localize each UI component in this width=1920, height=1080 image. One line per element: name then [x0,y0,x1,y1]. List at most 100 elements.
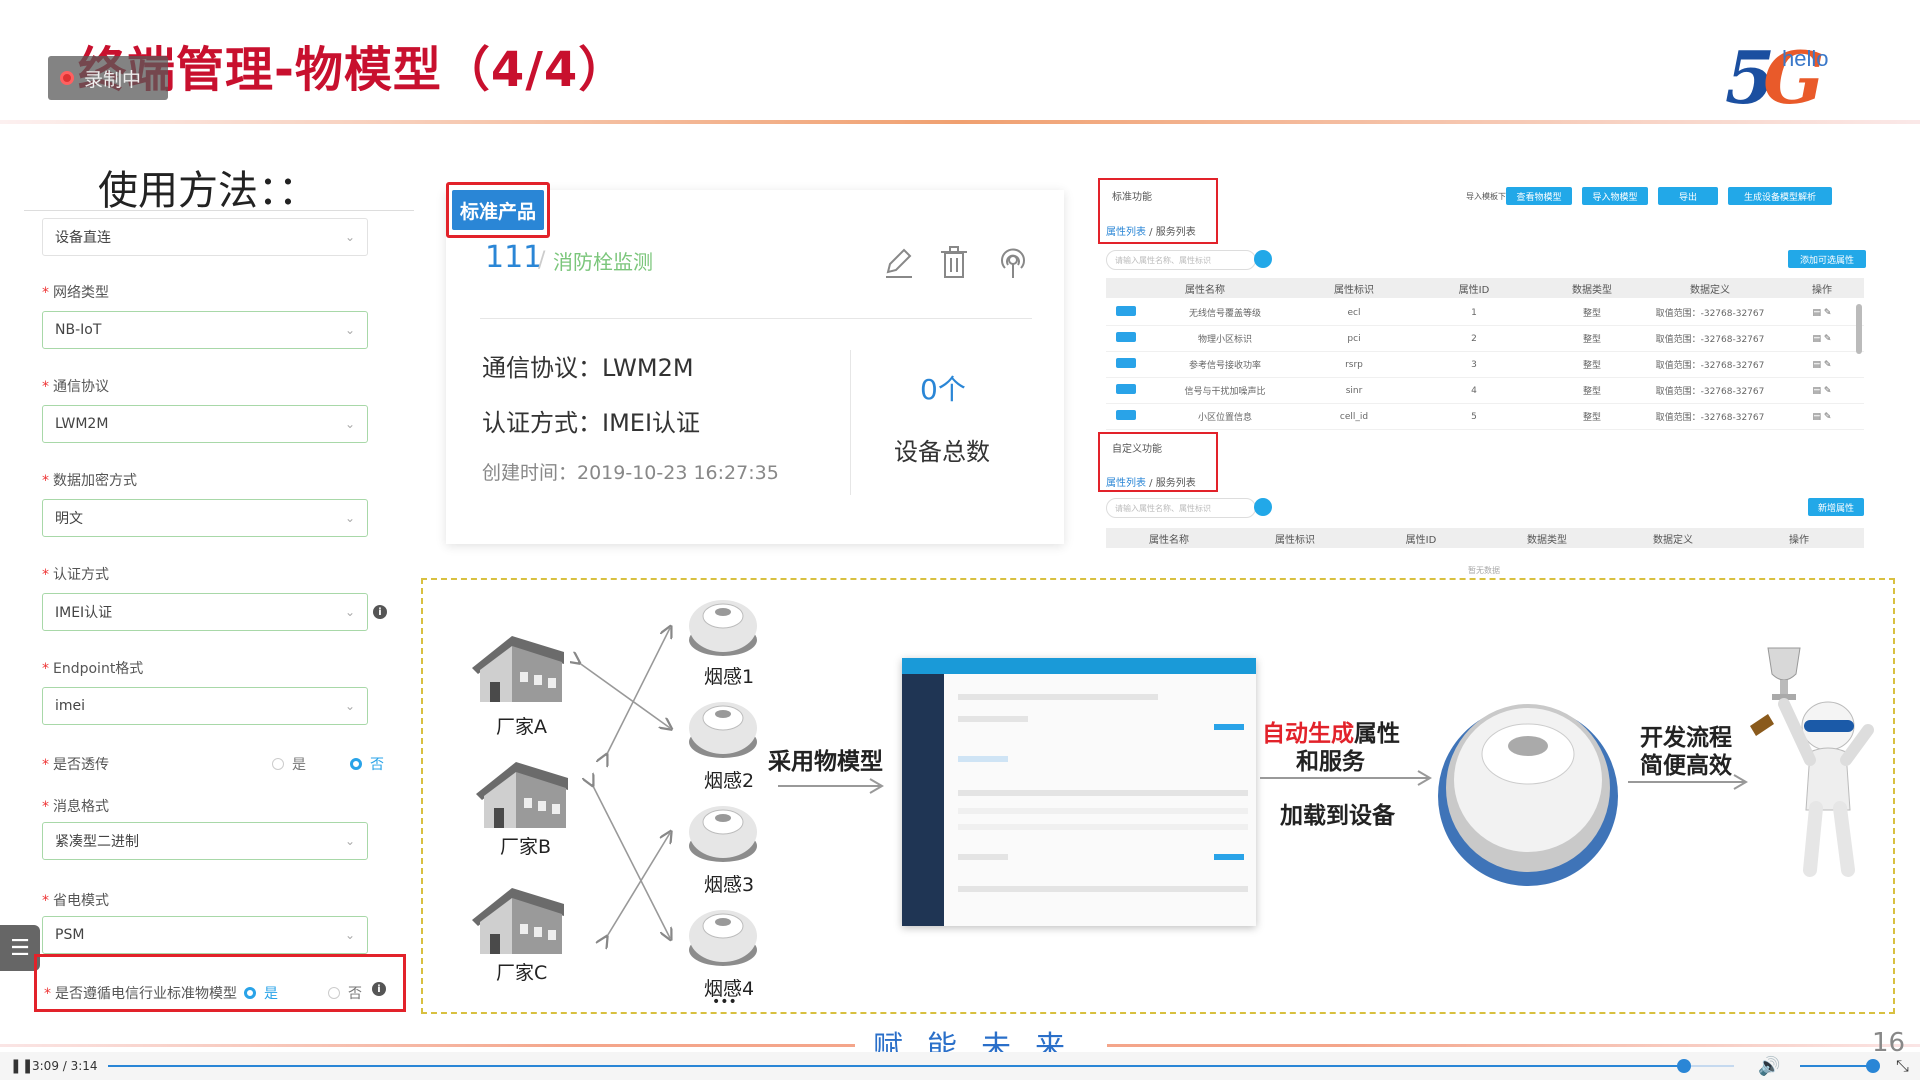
recording-badge[interactable]: 录制中 [48,56,168,100]
info-icon[interactable]: i [372,982,386,996]
smoke-3-label: 烟感3 [704,874,755,896]
std-search-input[interactable]: 请输入属性名称、属性标识 [1106,250,1256,270]
auth-info: 认证方式：IMEI认证 [482,409,701,437]
smoke-detector-icon [1438,704,1618,886]
row-actions-icon[interactable]: ▤ ✎ [1780,386,1864,396]
generate-parser-button[interactable]: 生成设备模型解析 [1728,187,1832,205]
message-format-select[interactable]: 紧凑型二进制 ⌄ [42,822,368,860]
passthrough-no-radio[interactable] [350,758,362,770]
chevron-down-icon: ⌄ [344,928,355,942]
smoke-detector-icon [689,910,757,966]
load-to-device-text: 加载到设备 [1280,803,1395,829]
chevron-down-icon: ⌄ [344,834,355,848]
smoke-detector-icon [689,806,757,862]
chevron-down-icon: ⌄ [344,699,355,713]
connection-select[interactable]: 设备直连 ⌄ [42,218,368,256]
chevron-down-icon: ⌄ [344,511,355,525]
add-optional-property-button[interactable]: 添加可选属性 [1788,250,1866,268]
trash-icon[interactable] [938,244,970,284]
row-actions-icon[interactable]: ▤ ✎ [1780,334,1864,344]
passthrough-yes-radio[interactable] [272,758,284,770]
chevron-down-icon: ⌄ [344,417,355,431]
usage-title: 使用方法：： [98,168,318,214]
arrow-right-icon [778,778,884,794]
std-table-header: 属性名称 属性标识 属性ID 数据类型 数据定义 操作 [1106,278,1864,298]
smoke-2-label: 烟感2 [704,770,755,792]
tab-service-list[interactable]: 服务列表 [1156,227,1196,238]
endpoint-select[interactable]: imei ⌄ [42,687,368,725]
required-badge [1116,410,1136,420]
standard-model-yes-radio[interactable] [244,987,256,999]
search-icon[interactable] [1254,250,1272,268]
house-icon [472,636,564,702]
export-button[interactable]: 导出 [1658,187,1718,205]
power-mode-label: * 省电模式 [42,893,109,909]
info-icon[interactable]: i [373,605,387,619]
factory-b-label: 厂家B [500,836,552,858]
passthrough-radio-group: 是 否 [272,754,384,774]
smoke-1-label: 烟感1 [704,666,755,688]
smoke-detector-icon [689,600,757,656]
new-property-button[interactable]: 新增属性 [1808,498,1864,516]
table-row: 无线信号覆盖等级 ecl 1 整型 取值范围：-32768-32767 ▤ ✎ [1106,300,1864,326]
arrow-right-icon [1260,770,1432,786]
row-actions-icon[interactable]: ▤ ✎ [1780,412,1864,422]
standard-product-tag: 标准产品 [452,190,544,230]
house-icon [472,888,564,954]
arrow-right-icon [1628,774,1748,790]
custom-function-title: 自定义功能 [1112,444,1162,455]
factory-a-label: 厂家A [496,716,547,738]
encryption-label: * 数据加密方式 [42,473,137,489]
required-badge [1116,384,1136,394]
required-badge [1116,306,1136,316]
record-icon [60,71,74,85]
volume-slider[interactable] [1800,1065,1872,1067]
import-model-button[interactable]: 导入物模型 [1582,187,1648,205]
thumbnail-topbar [902,658,1256,674]
tab-property-list[interactable]: 属性列表 [1106,478,1146,489]
standard-model-label: * 是否遵循电信行业标准物模型 [44,986,237,1002]
pause-icon[interactable]: ❚❚ [10,1058,33,1074]
required-badge [1116,358,1136,368]
card-vertical-divider [850,350,851,495]
search-icon[interactable] [1254,498,1272,516]
chevron-down-icon: ⌄ [344,605,355,619]
empty-data-text: 暂无数据 [1468,566,1500,575]
device-count: 0个 [920,373,966,406]
custom-search-input[interactable]: 请输入属性名称、属性标识 [1106,498,1256,518]
endpoint-label: * Endpoint格式 [42,661,144,677]
volume-icon[interactable]: 🔊 [1758,1056,1780,1077]
std-tabs: 属性列表 / 服务列表 [1106,227,1196,238]
created-time: 创建时间：2019-10-23 16:27:35 [482,462,779,484]
table-scrollbar[interactable] [1856,304,1862,354]
protocol-select[interactable]: LWM2M ⌄ [42,405,368,443]
product-id-separator: / [538,248,546,273]
smoke-detector-icon [689,702,757,758]
tab-property-list[interactable]: 属性列表 [1106,227,1146,238]
progress-handle[interactable] [1676,1059,1691,1073]
tab-service-list[interactable]: 服务列表 [1156,478,1196,489]
factory-c-label: 厂家C [496,962,548,984]
broadcast-icon[interactable] [996,244,1030,284]
view-model-button[interactable]: 查看物模型 [1506,187,1572,205]
auth-select[interactable]: IMEI认证 ⌄ [42,593,368,631]
card-divider [480,318,1032,319]
network-type-select[interactable]: NB-IoT ⌄ [42,311,368,349]
row-actions-icon[interactable]: ▤ ✎ [1780,308,1864,318]
protocol-info: 通信协议：LWM2M [482,354,694,382]
progress-fill [108,1065,1684,1067]
fullscreen-exit-icon[interactable]: ⤡ [1896,1056,1909,1076]
power-mode-select[interactable]: PSM ⌄ [42,916,368,954]
protocol-label: * 通信协议 [42,379,109,395]
network-type-label: * 网络类型 [42,285,109,301]
custom-table-header: 属性名称 属性标识 属性ID 数据类型 数据定义 操作 [1106,528,1864,548]
edit-icon[interactable] [882,244,914,284]
standard-model-no-radio[interactable] [328,987,340,999]
standard-model-radio-group: 是 否 [244,983,362,1003]
row-actions-icon[interactable]: ▤ ✎ [1780,360,1864,370]
table-row: 信号与干扰加噪声比 sinr 4 整型 取值范围：-32768-32767 ▤ … [1106,378,1864,404]
encryption-select[interactable]: 明文 ⌄ [42,499,368,537]
cross-arrows-icon [570,618,680,998]
volume-handle[interactable] [1866,1059,1880,1073]
table-row: 物理小区标识 pci 2 整型 取值范围：-32768-32767 ▤ ✎ [1106,326,1864,352]
